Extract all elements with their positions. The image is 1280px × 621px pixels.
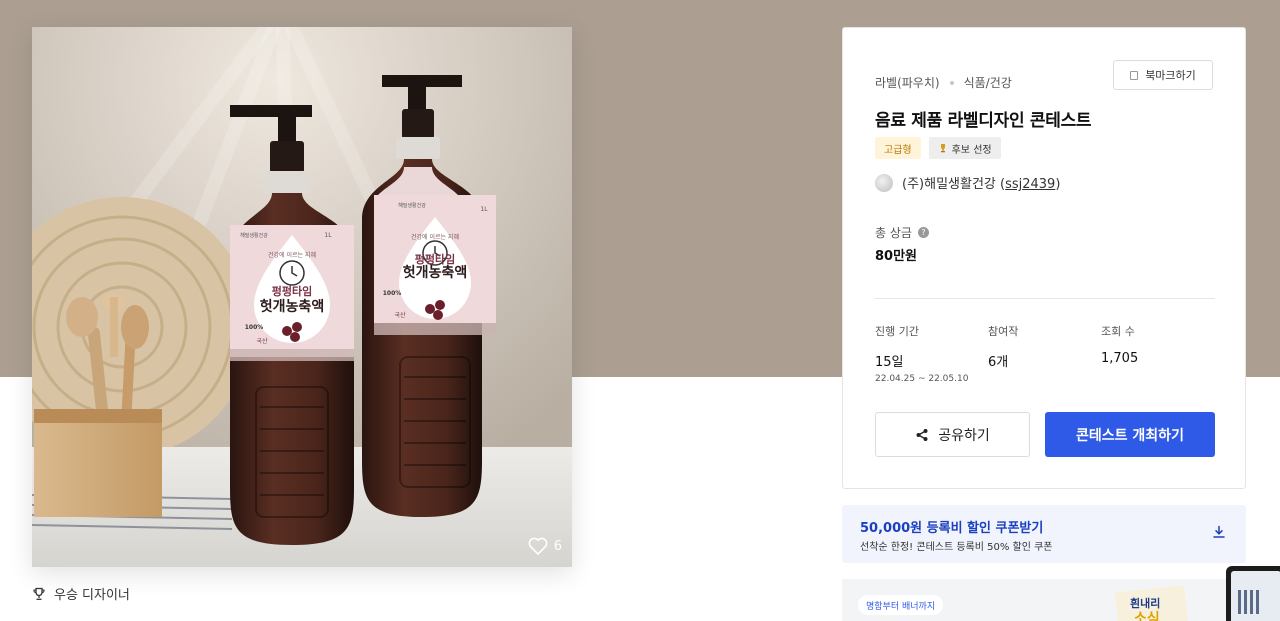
- svg-text:국산: 국산: [394, 311, 406, 319]
- promo-pill: 명함부터 배너까지: [858, 595, 944, 615]
- svg-text:펑펑타임: 펑펑타임: [272, 284, 312, 298]
- promo-mockup-image: 흰내리 소식: [1114, 585, 1189, 621]
- trophy-icon: [33, 587, 45, 600]
- svg-text:해밀생활건강: 해밀생활건강: [398, 202, 426, 209]
- category-secondary[interactable]: 식품/건강: [964, 74, 1012, 91]
- bookmark-button[interactable]: 북마크하기: [1113, 60, 1213, 90]
- breadcrumb-separator: [949, 80, 954, 85]
- winner-designer-label: 우승 디자이너: [32, 584, 130, 603]
- stat-participants: 참여작 6개: [988, 323, 1018, 370]
- svg-text:헛개농축액: 헛개농축액: [403, 264, 467, 281]
- download-icon[interactable]: [1212, 525, 1226, 539]
- heart-icon: [528, 537, 548, 555]
- period-value: 15일: [875, 355, 904, 370]
- bookmark-icon: [1130, 70, 1139, 80]
- premium-badge-label: 고급형: [884, 144, 912, 156]
- coupon-subtitle: 선착순 한정! 콘테스트 등록비 50% 할인 쿠폰: [860, 542, 1053, 553]
- trophy-icon: [940, 144, 945, 153]
- svg-text:흰내리: 흰내리: [1130, 596, 1160, 610]
- share-button[interactable]: 공유하기: [875, 412, 1030, 457]
- host-avatar: [875, 173, 893, 192]
- contest-info-card: 라벨(파우치) 식품/건강 북마크하기 음료 제품 라벨디자인 콘테스트 고급형…: [842, 27, 1246, 489]
- host-name: (주)해밀생활건강 (: [902, 177, 1006, 192]
- svg-text:100%: 100%: [383, 290, 402, 297]
- svg-text:펑펑타임: 펑펑타임: [415, 252, 455, 266]
- contest-main-image[interactable]: 건강에 이르는 지혜 펑펑타임 헛개농축액 해밀생활건강 1L 100% 국산: [32, 27, 572, 567]
- svg-text:헛개농축액: 헛개농축액: [260, 298, 324, 315]
- host-info: (주)해밀생활건강 (ssj2439): [875, 173, 1060, 192]
- period-range: 22.04.25 ~ 22.05.10: [875, 374, 969, 384]
- coupon-banner[interactable]: 50,000원 등록비 할인 쿠폰받기 선착순 한정! 콘테스트 등록비 50%…: [842, 505, 1246, 563]
- preview-bars: [1238, 590, 1259, 614]
- svg-text:건강에 이르는 지혜: 건강에 이르는 지혜: [268, 251, 316, 259]
- candidate-badge: 후보 선정: [928, 137, 1001, 159]
- category-breadcrumb: 라벨(파우치) 식품/건강: [875, 74, 1012, 91]
- total-prize-label-text: 총 상금: [875, 226, 912, 240]
- candidate-badge-label: 후보 선정: [951, 144, 992, 156]
- period-label: 진행 기간: [875, 325, 919, 338]
- like-button[interactable]: 6: [528, 537, 562, 555]
- premium-badge: 고급형: [875, 137, 921, 159]
- total-prize-value: 80만원: [875, 249, 918, 264]
- card-divider: [875, 298, 1215, 299]
- svg-text:국산: 국산: [256, 337, 268, 345]
- bookmark-label: 북마크하기: [1145, 69, 1196, 82]
- host-id-close: ): [1055, 177, 1061, 192]
- like-count: 6: [553, 538, 562, 554]
- floating-preview-widget[interactable]: [1226, 566, 1280, 621]
- views-value: 1,705: [1101, 351, 1139, 366]
- promo-banner[interactable]: 명함부터 배너까지 흰내리 소식: [842, 579, 1246, 621]
- share-label: 공유하기: [938, 427, 990, 444]
- svg-text:1L: 1L: [480, 206, 488, 213]
- contest-badges: 고급형 후보 선정: [875, 137, 1001, 159]
- participants-label: 참여작: [988, 325, 1019, 338]
- svg-text:100%: 100%: [245, 324, 264, 331]
- help-icon[interactable]: ?: [917, 227, 929, 238]
- svg-text:해밀생활건강: 해밀생활건강: [240, 232, 268, 239]
- coupon-title: 50,000원 등록비 할인 쿠폰받기: [860, 521, 1044, 536]
- host-id-link[interactable]: ssj2439: [1005, 177, 1055, 192]
- stat-period: 진행 기간 15일 22.04.25 ~ 22.05.10: [875, 323, 968, 384]
- svg-text:건강에 이르는 지혜: 건강에 이르는 지혜: [411, 233, 459, 241]
- total-prize-label: 총 상금 ?: [875, 224, 929, 241]
- category-primary[interactable]: 라벨(파우치): [875, 74, 940, 91]
- product-photo: 건강에 이르는 지혜 펑펑타임 헛개농축액 해밀생활건강 1L 100% 국산: [32, 27, 572, 567]
- participants-value: 6개: [988, 355, 1009, 370]
- stat-views: 조회 수 1,705: [1101, 323, 1138, 366]
- contest-title: 음료 제품 라벨디자인 콘테스트: [875, 111, 1092, 131]
- svg-text:소식: 소식: [1134, 611, 1160, 621]
- award-text: 우승 디자이너: [54, 588, 130, 603]
- share-icon: [916, 428, 928, 441]
- host-contest-button[interactable]: 콘테스트 개최하기: [1045, 412, 1215, 457]
- views-label: 조회 수: [1101, 325, 1135, 338]
- svg-text:1L: 1L: [324, 232, 332, 239]
